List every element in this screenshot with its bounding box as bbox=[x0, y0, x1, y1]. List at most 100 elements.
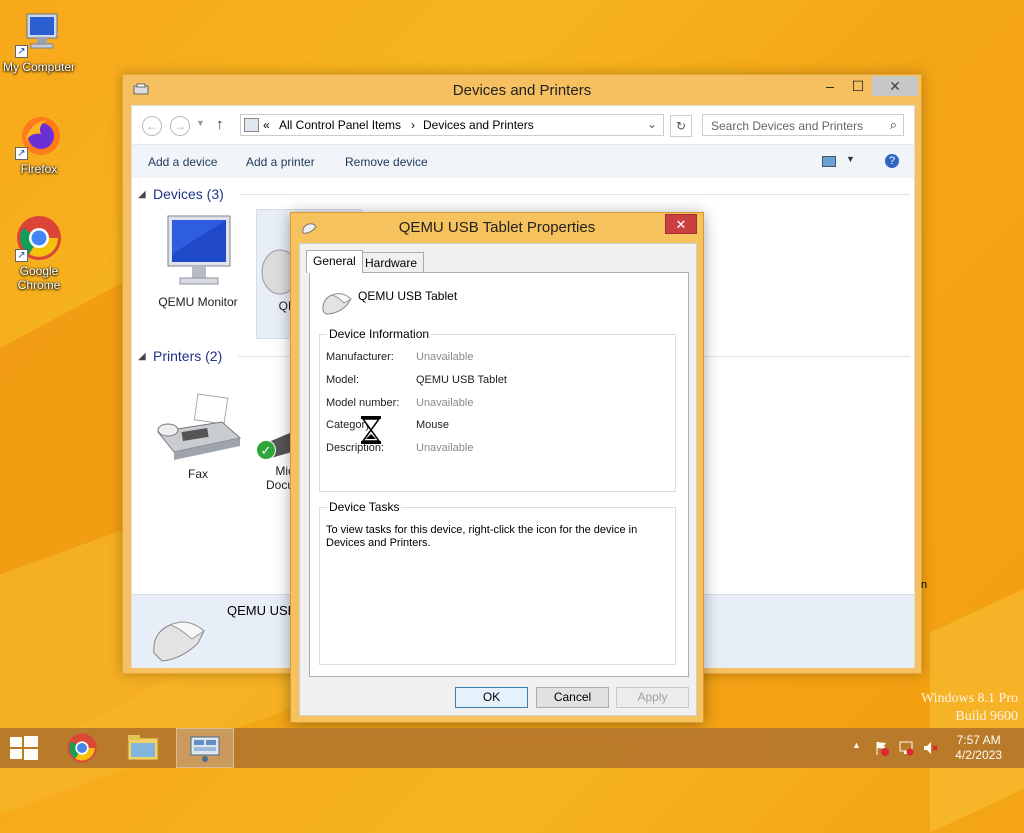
dialog-close-button[interactable]: ✕ bbox=[665, 214, 697, 234]
folder-icon bbox=[127, 735, 159, 761]
manufacturer-value: Unavailable bbox=[416, 351, 474, 363]
breadcrumb-item-control-panel[interactable]: All Control Panel Items bbox=[279, 118, 401, 132]
refresh-button[interactable]: ↻ bbox=[670, 115, 692, 137]
taskbar-chrome-button[interactable] bbox=[54, 728, 112, 768]
fax-icon bbox=[148, 392, 248, 467]
windows-build-watermark: Windows 8.1 Pro Build 9600 bbox=[921, 690, 1018, 726]
clock-time: 7:57 AM bbox=[956, 733, 1001, 747]
window-titlebar[interactable]: Devices and Printers – ☐ ✕ bbox=[123, 75, 921, 105]
desktop-icon-firefox[interactable]: ↗ Firefox bbox=[0, 112, 79, 176]
desktop-icon-label: Firefox bbox=[20, 162, 58, 176]
details-mouse-icon bbox=[148, 609, 210, 668]
model-number-value: Unavailable bbox=[416, 397, 474, 409]
navigation-bar: ← → ▼ ↑ « All Control Panel Items › Devi… bbox=[132, 106, 914, 144]
printer-label: Fax bbox=[187, 467, 208, 481]
printer-fax[interactable]: Fax bbox=[148, 392, 248, 481]
shortcut-arrow-icon: ↗ bbox=[15, 45, 28, 58]
printers-group-header[interactable]: Printers (2) bbox=[153, 348, 222, 364]
maximize-button[interactable]: ☐ bbox=[844, 76, 872, 96]
breadcrumb-item-devices-printers[interactable]: Devices and Printers bbox=[423, 118, 534, 132]
taskbar: ▲ 7:57 AM 4/2/2023 bbox=[0, 728, 1024, 768]
breadcrumb-prefix: « bbox=[263, 118, 270, 132]
address-dropdown-chevron-icon[interactable]: ⌄ bbox=[647, 117, 657, 131]
search-placeholder: Search Devices and Printers bbox=[711, 119, 864, 133]
control-panel-icon bbox=[244, 118, 259, 132]
view-options-chevron-icon[interactable]: ▼ bbox=[846, 154, 855, 164]
chrome-icon bbox=[67, 733, 97, 763]
command-bar: Add a device Add a printer Remove device… bbox=[132, 144, 914, 178]
hourglass-cursor-icon bbox=[360, 415, 382, 448]
minimize-button[interactable]: – bbox=[816, 76, 844, 96]
device-tasks-group: Device Tasks To view tasks for this devi… bbox=[319, 500, 676, 665]
address-bar[interactable]: « All Control Panel Items › Devices and … bbox=[240, 114, 664, 136]
device-label: QEMU Monitor bbox=[158, 295, 238, 309]
model-label: Model: bbox=[326, 374, 360, 386]
add-printer-button[interactable]: Add a printer bbox=[246, 155, 315, 169]
action-center-flag-icon[interactable] bbox=[874, 740, 890, 756]
tab-general[interactable]: General bbox=[306, 250, 363, 273]
printers-group-chevron-icon[interactable]: ◢ bbox=[138, 351, 146, 362]
printer-microsoft-document[interactable]: ✓ Mic Docu bbox=[256, 422, 294, 492]
start-button[interactable] bbox=[0, 728, 48, 768]
tab-hardware[interactable]: Hardware bbox=[358, 252, 425, 272]
model-value: QEMU USB Tablet bbox=[416, 374, 507, 386]
forward-button[interactable]: → bbox=[170, 116, 190, 136]
devices-group-chevron-icon[interactable]: ◢ bbox=[138, 189, 146, 200]
add-device-button[interactable]: Add a device bbox=[148, 155, 217, 169]
device-name: QEMU USB Tablet bbox=[358, 289, 458, 303]
monitor-icon bbox=[148, 214, 248, 295]
manufacturer-label: Manufacturer: bbox=[326, 351, 394, 363]
back-button[interactable]: ← bbox=[142, 116, 162, 136]
divider bbox=[240, 194, 910, 195]
network-icon[interactable] bbox=[898, 740, 914, 759]
breadcrumb-separator: › bbox=[411, 118, 415, 132]
cancel-button[interactable]: Cancel bbox=[536, 687, 609, 708]
device-information-group: Device Information Manufacturer: Unavail… bbox=[319, 327, 676, 492]
shortcut-arrow-icon: ↗ bbox=[15, 147, 28, 160]
device-qemu-monitor[interactable]: QEMU Monitor bbox=[148, 214, 248, 309]
printer-label-line1: Mic bbox=[275, 464, 294, 478]
watermark-line1: Windows 8.1 Pro bbox=[920, 691, 1018, 706]
dialog-title: QEMU USB Tablet Properties bbox=[398, 219, 596, 236]
printer-label-line2: Docu bbox=[265, 478, 294, 492]
devices-group-header[interactable]: Devices (3) bbox=[153, 186, 224, 202]
volume-muted-icon[interactable] bbox=[922, 740, 938, 759]
show-hidden-icons-button[interactable]: ▲ bbox=[852, 740, 861, 750]
firefox-icon: ↗ bbox=[15, 112, 63, 160]
device-mouse-icon bbox=[320, 287, 354, 320]
chrome-icon: ↗ bbox=[15, 214, 63, 262]
system-clock[interactable]: 7:57 AM 4/2/2023 bbox=[955, 733, 1002, 763]
apply-button[interactable]: Apply bbox=[616, 687, 689, 708]
search-input[interactable]: Search Devices and Printers ⌕ bbox=[702, 114, 904, 136]
window-close-button[interactable]: ✕ bbox=[872, 76, 918, 96]
help-icon[interactable]: ? bbox=[885, 154, 899, 168]
dialog-content: General Hardware QEMU USB Tablet Device … bbox=[299, 243, 697, 716]
clock-date: 4/2/2023 bbox=[955, 748, 1002, 762]
device-tasks-text: To view tasks for this device, right-cli… bbox=[326, 524, 638, 549]
watermark-line2: Build 9600 bbox=[955, 709, 1018, 724]
device-information-legend: Device Information bbox=[327, 327, 432, 341]
desktop-icon-my-computer[interactable]: ↗ My Computer bbox=[0, 10, 79, 74]
shortcut-arrow-icon: ↗ bbox=[15, 249, 28, 262]
desktop-icon-chrome[interactable]: ↗ Google Chrome bbox=[0, 214, 79, 292]
ok-button[interactable]: OK bbox=[455, 687, 528, 708]
desktop-icon-label: My Computer bbox=[2, 60, 76, 74]
taskbar-control-panel-button[interactable] bbox=[176, 728, 234, 768]
general-tab-page: QEMU USB Tablet Device Information Manuf… bbox=[309, 272, 689, 677]
change-view-icon[interactable] bbox=[822, 156, 836, 167]
recent-locations-chevron-icon[interactable]: ▼ bbox=[196, 118, 205, 128]
category-value: Mouse bbox=[416, 419, 450, 431]
desktop-icon-label: Google Chrome bbox=[17, 264, 61, 292]
details-device-title: QEMU USB bbox=[227, 603, 297, 618]
properties-dialog: QEMU USB Tablet Properties ✕ General Har… bbox=[290, 212, 704, 723]
model-number-label: Model number: bbox=[326, 397, 400, 409]
search-icon: ⌕ bbox=[889, 117, 897, 132]
control-panel-icon bbox=[190, 736, 220, 762]
up-button[interactable]: ↑ bbox=[216, 116, 224, 133]
taskbar-file-explorer-button[interactable] bbox=[114, 728, 172, 768]
remove-device-button[interactable]: Remove device bbox=[345, 155, 428, 169]
device-tasks-legend: Device Tasks bbox=[327, 500, 402, 514]
printer-icon: ✓ bbox=[256, 422, 294, 464]
description-value: Unavailable bbox=[416, 442, 474, 454]
windows-logo-icon bbox=[10, 736, 38, 760]
